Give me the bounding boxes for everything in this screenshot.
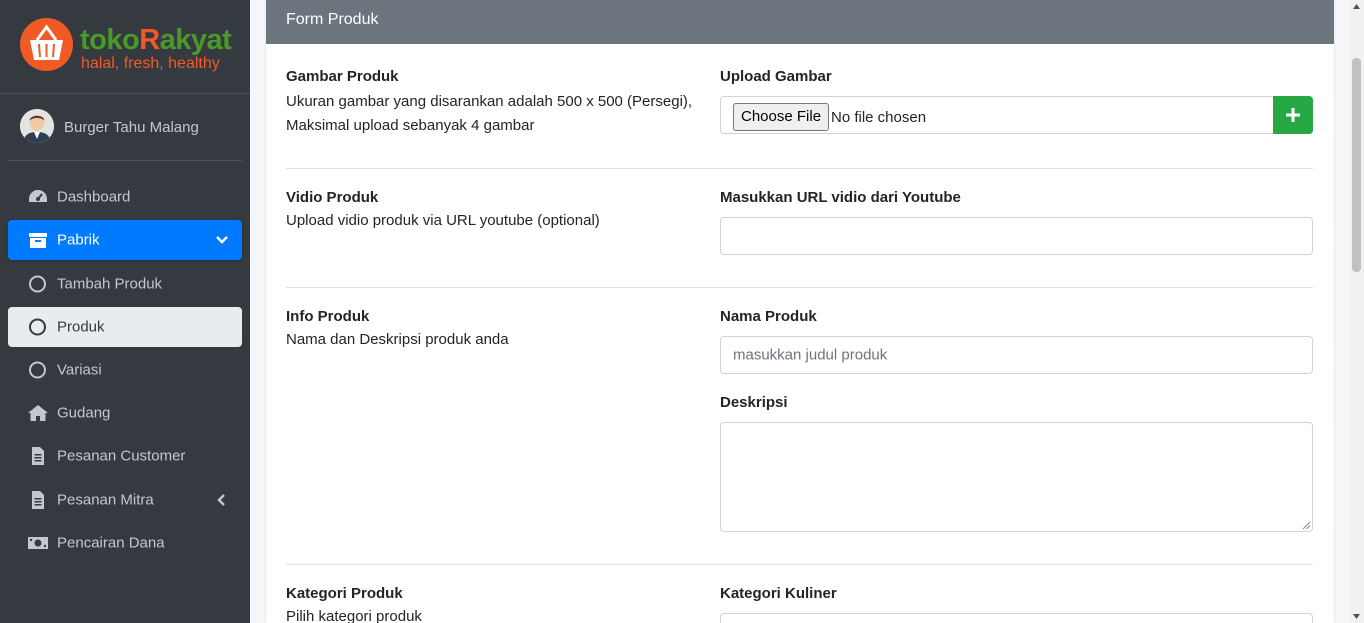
card-title: Form Produk: [266, 0, 1334, 44]
sidebar-item-tambah-produk[interactable]: Tambah Produk: [8, 264, 242, 304]
section-kategori-produk: Kategori Produk Pilih kategori produk Ka…: [286, 565, 1313, 623]
brand[interactable]: tokoRakyat halal, fresh, healthy: [0, 0, 250, 94]
circle-icon: [29, 361, 46, 379]
chevron-down-icon: [216, 236, 228, 244]
archive-icon: [29, 233, 47, 248]
field-label: Upload Gambar: [720, 68, 832, 85]
file-input[interactable]: Choose File No file chosen: [720, 96, 1274, 134]
field-label: Masukkan URL vidio dari Youtube: [720, 189, 961, 206]
circle-icon: [29, 318, 46, 336]
chevron-left-icon: [217, 494, 225, 506]
sidebar-item-pesanan-mitra[interactable]: Pesanan Mitra: [8, 480, 242, 520]
sidebar: tokoRakyat halal, fresh, healthy Burger …: [0, 0, 250, 623]
sidebar-item-label: Pencairan Dana: [57, 534, 165, 552]
form-card: Form Produk Gambar Produk Ukuran gambar …: [266, 0, 1334, 623]
choose-file-button[interactable]: Choose File: [733, 103, 830, 131]
user-panel[interactable]: Burger Tahu Malang: [8, 95, 242, 161]
scrollbar[interactable]: [1349, 0, 1364, 623]
section-title: Vidio Produk: [286, 189, 379, 206]
product-name-input[interactable]: masukkan judul produk: [720, 336, 1313, 374]
sidebar-item-label: Variasi: [57, 361, 102, 379]
basket-logo-icon: [20, 18, 73, 71]
section-title: Info Produk: [286, 308, 370, 325]
file-status-text: No file chosen: [831, 109, 927, 126]
sidebar-item-label: Produk: [57, 318, 105, 336]
sidebar-item-pesanan-customer[interactable]: Pesanan Customer: [8, 436, 242, 476]
kategori-kuliner-select[interactable]: [720, 613, 1313, 623]
section-title: Kategori Produk: [286, 585, 403, 602]
section-title: Gambar Produk: [286, 68, 399, 85]
brand-tagline: halal, fresh, healthy: [81, 55, 220, 72]
file-icon: [32, 447, 44, 465]
youtube-url-input[interactable]: [720, 217, 1313, 255]
sidebar-item-dashboard[interactable]: Dashboard: [8, 177, 242, 217]
plus-icon: [1286, 108, 1300, 122]
dashboard-icon: [29, 190, 47, 202]
brand-name-part3: akyat: [159, 24, 232, 56]
user-name: Burger Tahu Malang: [64, 119, 199, 136]
scrollbar-thumb[interactable]: [1352, 58, 1361, 272]
input-placeholder: masukkan judul produk: [733, 346, 888, 364]
avatar: [20, 109, 54, 143]
sidebar-item-produk[interactable]: Produk: [8, 307, 242, 347]
field-label: Nama Produk: [720, 308, 817, 325]
sidebar-item-label: Gudang: [57, 404, 111, 422]
resize-handle-icon[interactable]: [1302, 521, 1310, 529]
section-vidio-produk: Vidio Produk Upload vidio produk via URL…: [286, 169, 1313, 288]
circle-icon: [29, 275, 46, 293]
sidebar-item-label: Tambah Produk: [57, 275, 163, 293]
money-icon: [28, 537, 48, 549]
brand-name: tokoRakyat: [80, 24, 232, 56]
section-description: Nama dan Deskripsi produk anda: [286, 331, 509, 348]
add-image-button[interactable]: [1273, 96, 1313, 134]
home-icon: [28, 405, 48, 421]
brand-name-part2: R: [139, 24, 160, 56]
sidebar-item-gudang[interactable]: Gudang: [8, 393, 242, 433]
description-textarea[interactable]: [720, 422, 1313, 532]
sidebar-item-label: Dashboard: [57, 188, 131, 206]
field-label: Kategori Kuliner: [720, 585, 837, 602]
section-description: Ukuran gambar yang disarankan adalah 500…: [286, 93, 693, 134]
sidebar-item-label: Pesanan Mitra: [57, 491, 154, 509]
section-description: Upload vidio produk via URL youtube (opt…: [286, 212, 600, 229]
file-icon: [32, 491, 44, 509]
sidebar-item-label: Pesanan Customer: [57, 447, 186, 465]
scroll-down-arrow-icon[interactable]: [1352, 612, 1361, 620]
sidebar-item-pabrik[interactable]: Pabrik: [8, 220, 242, 260]
user-avatar-icon: [20, 109, 54, 143]
sidebar-item-label: Pabrik: [57, 231, 100, 249]
sidebar-item-pencairan-dana[interactable]: Pencairan Dana: [8, 523, 242, 563]
brand-name-part1: toko: [80, 24, 140, 56]
section-description: Pilih kategori produk: [286, 608, 422, 623]
field-label: Deskripsi: [720, 394, 788, 411]
sidebar-item-variasi[interactable]: Variasi: [8, 350, 242, 390]
scroll-up-arrow-icon[interactable]: [1352, 3, 1361, 11]
